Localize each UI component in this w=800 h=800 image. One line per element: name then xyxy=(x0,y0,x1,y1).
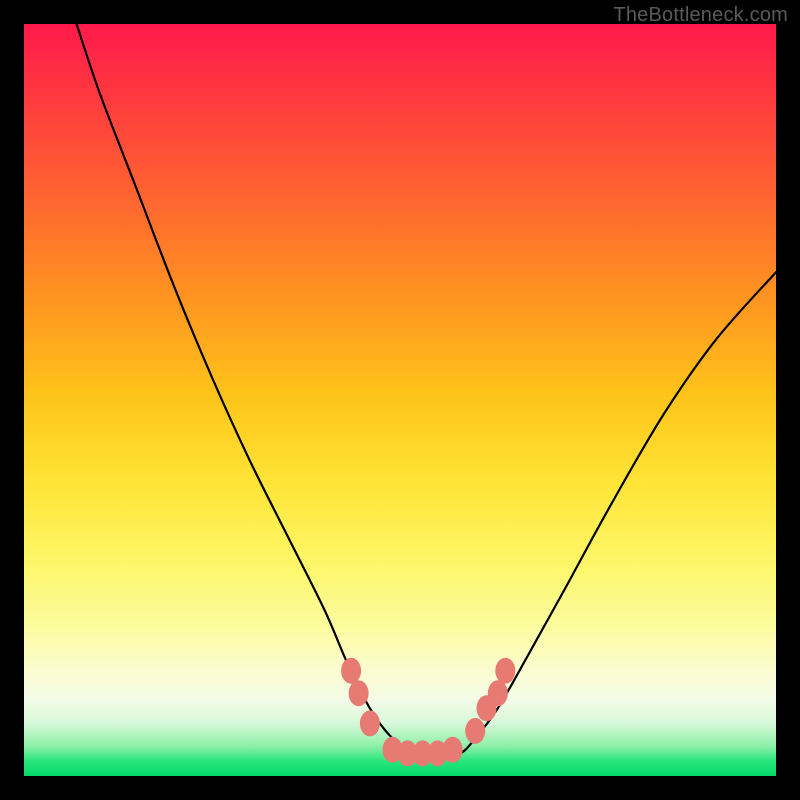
highlight-dot xyxy=(349,680,369,706)
curve-layer xyxy=(24,24,776,776)
watermark-text: TheBottleneck.com xyxy=(613,4,788,27)
highlight-dot xyxy=(341,658,361,684)
bottleneck-curve xyxy=(77,24,776,757)
highlight-dot xyxy=(495,658,515,684)
highlight-dots xyxy=(341,658,515,767)
plot-area xyxy=(24,24,776,776)
bottleneck-curve-path xyxy=(77,24,776,757)
highlight-dot xyxy=(443,737,463,763)
highlight-dot xyxy=(488,680,508,706)
highlight-dot xyxy=(465,718,485,744)
highlight-dot xyxy=(360,710,380,736)
chart-frame: TheBottleneck.com xyxy=(0,0,800,800)
